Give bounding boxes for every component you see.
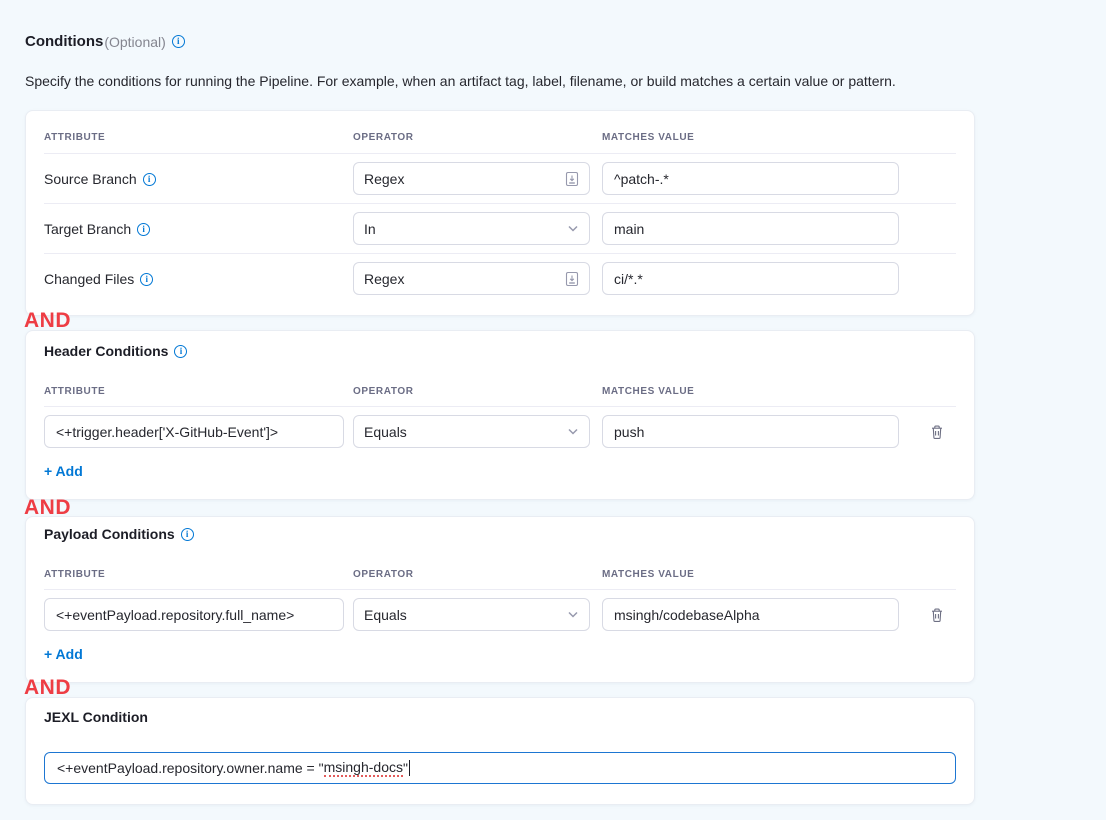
- section-title: Payload Conditions: [44, 526, 175, 542]
- branch-conditions-card: ATTRIBUTE OPERATOR MATCHES VALUE Source …: [25, 110, 975, 316]
- column-header-operator: OPERATOR: [353, 132, 414, 143]
- and-separator: AND: [24, 309, 71, 333]
- chevron-down-icon: [567, 225, 579, 233]
- chevron-down-icon: [567, 611, 579, 619]
- info-icon[interactable]: i: [140, 273, 153, 286]
- jexl-condition-card: JEXL Condition <+eventPayload.repository…: [25, 697, 975, 805]
- header-conditions-card: Header Conditions i ATTRIBUTE OPERATOR M…: [25, 330, 975, 500]
- fixed-input-icon[interactable]: [565, 171, 579, 187]
- payload-conditions-card: Payload Conditions i ATTRIBUTE OPERATOR …: [25, 516, 975, 683]
- and-separator: AND: [24, 676, 71, 700]
- jexl-expression-suffix: ": [403, 760, 408, 776]
- fixed-input-icon[interactable]: [565, 271, 579, 287]
- page-description: Specify the conditions for running the P…: [25, 73, 896, 89]
- operator-value: Regex: [364, 171, 559, 187]
- info-icon[interactable]: i: [181, 528, 194, 541]
- divider: [44, 406, 956, 407]
- column-header-matches-value: MATCHES VALUE: [602, 386, 694, 397]
- row-label-text: Target Branch: [44, 221, 131, 237]
- table-row-source-branch: Source Branch i Regex: [26, 154, 974, 204]
- table-header-row: ATTRIBUTE OPERATOR MATCHES VALUE: [26, 111, 974, 154]
- matches-value-input[interactable]: [602, 212, 899, 245]
- section-title-row: Header Conditions i: [44, 343, 187, 359]
- jexl-expression-prefix: <+eventPayload.repository.owner.name = ": [57, 760, 324, 776]
- operator-value: In: [364, 221, 561, 237]
- matches-value-input[interactable]: [602, 162, 899, 195]
- operator-select[interactable]: Equals: [353, 415, 590, 448]
- add-condition-button[interactable]: + Add: [44, 463, 83, 479]
- operator-value: Equals: [364, 424, 561, 440]
- text-cursor: [409, 760, 411, 776]
- row-label: Changed Files i: [44, 254, 153, 304]
- info-icon[interactable]: i: [143, 173, 156, 186]
- page-title: Conditions: [25, 33, 103, 50]
- table-row-target-branch: Target Branch i In: [26, 204, 974, 254]
- delete-icon[interactable]: [927, 422, 947, 442]
- column-header-attribute: ATTRIBUTE: [44, 132, 105, 143]
- section-title: Header Conditions: [44, 343, 168, 359]
- column-header-attribute: ATTRIBUTE: [44, 386, 105, 397]
- operator-select[interactable]: Regex: [353, 162, 590, 195]
- row-label: Source Branch i: [44, 154, 156, 204]
- row-label: Target Branch i: [44, 204, 150, 254]
- info-icon[interactable]: i: [174, 345, 187, 358]
- operator-select[interactable]: In: [353, 212, 590, 245]
- column-header-operator: OPERATOR: [353, 569, 414, 580]
- column-header-matches-value: MATCHES VALUE: [602, 569, 694, 580]
- matches-value-input[interactable]: [602, 598, 899, 631]
- operator-value: Equals: [364, 607, 561, 623]
- table-row-changed-files: Changed Files i Regex: [26, 254, 974, 304]
- and-separator: AND: [24, 496, 71, 520]
- add-condition-button[interactable]: + Add: [44, 646, 83, 662]
- chevron-down-icon: [567, 428, 579, 436]
- optional-label: (Optional): [104, 34, 165, 50]
- section-title-row: Payload Conditions i: [44, 526, 194, 542]
- jexl-misspelled-word: msingh-docs: [324, 759, 403, 777]
- column-header-attribute: ATTRIBUTE: [44, 569, 105, 580]
- section-title-row: JEXL Condition: [44, 709, 148, 725]
- matches-value-input[interactable]: [602, 415, 899, 448]
- delete-icon[interactable]: [927, 605, 947, 625]
- info-icon[interactable]: i: [137, 223, 150, 236]
- column-header-matches-value: MATCHES VALUE: [602, 132, 694, 143]
- row-label-text: Changed Files: [44, 271, 134, 287]
- page-title-row: Conditions (Optional) i: [25, 33, 185, 50]
- matches-value-input[interactable]: [602, 262, 899, 295]
- operator-select[interactable]: Regex: [353, 262, 590, 295]
- section-title: JEXL Condition: [44, 709, 148, 725]
- info-icon[interactable]: i: [172, 35, 185, 48]
- operator-value: Regex: [364, 271, 559, 287]
- column-header-operator: OPERATOR: [353, 386, 414, 397]
- attribute-input[interactable]: [44, 598, 344, 631]
- jexl-condition-input[interactable]: <+eventPayload.repository.owner.name = "…: [44, 752, 956, 784]
- divider: [44, 589, 956, 590]
- operator-select[interactable]: Equals: [353, 598, 590, 631]
- attribute-input[interactable]: [44, 415, 344, 448]
- row-label-text: Source Branch: [44, 171, 137, 187]
